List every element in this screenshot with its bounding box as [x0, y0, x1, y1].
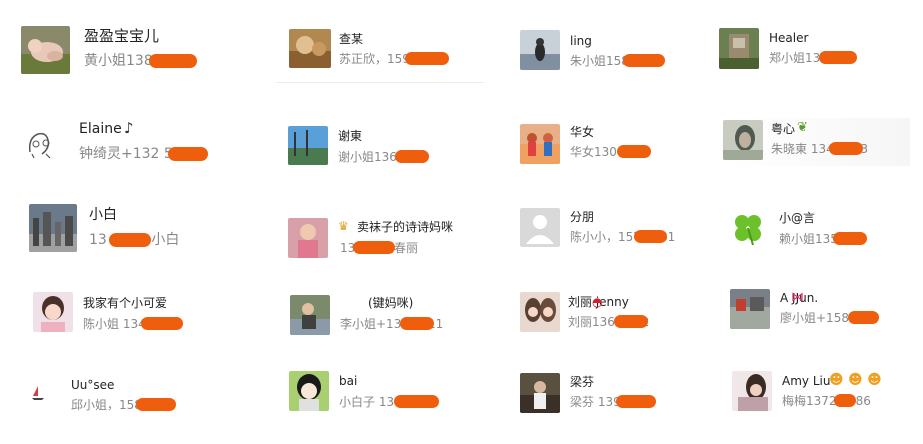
contact-name: 华女 — [570, 125, 595, 139]
redaction-mark — [634, 230, 667, 243]
avatar[interactable] — [723, 120, 763, 160]
redaction-mark — [834, 394, 856, 407]
redaction-mark — [141, 317, 183, 330]
avatar[interactable] — [732, 371, 772, 411]
redaction-mark — [848, 311, 879, 324]
contact-name: 小白 — [89, 207, 117, 223]
contact-name: Healer — [769, 31, 809, 45]
contact-name: ling — [570, 34, 592, 48]
redaction-mark — [149, 54, 197, 68]
contact-name: 盈盈宝宝儿 — [84, 27, 160, 45]
contact-name: 梁芬 — [570, 375, 595, 389]
redaction-mark — [405, 52, 449, 65]
redaction-mark — [394, 395, 439, 408]
redaction-mark — [819, 51, 857, 64]
leaf-emoji-icon: ❦ — [797, 120, 808, 135]
contact-name: 谢東 — [338, 129, 363, 143]
contact-card[interactable] — [0, 0, 923, 1]
avatar[interactable] — [520, 373, 560, 413]
avatar[interactable] — [730, 289, 770, 329]
avatar[interactable] — [21, 26, 70, 74]
contact-name: 小@言 — [779, 211, 816, 225]
contact-name: 分朋 — [570, 210, 595, 224]
sailboat-icon[interactable] — [30, 384, 46, 402]
contact-name: Uu°see — [71, 378, 115, 392]
avatar[interactable] — [289, 371, 329, 411]
avatar[interactable] — [290, 295, 330, 335]
avatar[interactable] — [288, 126, 328, 165]
redaction-mark — [400, 317, 434, 330]
contact-name: (键妈咪) — [368, 296, 414, 310]
redaction-mark — [623, 54, 665, 67]
contact-name: 粤心 — [771, 122, 796, 136]
bow-emoji-icon: ⋈ — [791, 290, 804, 305]
music-note-icon: ♪ — [124, 119, 134, 137]
contact-name: 我家有个小可爱 — [83, 296, 168, 310]
lips-emoji-icon: ◓ — [592, 295, 603, 309]
redaction-mark — [168, 147, 208, 161]
crown-emoji-icon: ♛ — [338, 219, 349, 233]
avatar[interactable] — [520, 124, 560, 164]
redaction-mark — [617, 145, 651, 158]
avatar[interactable] — [520, 292, 560, 332]
contact-name: 卖袜子的诗诗妈咪 — [357, 220, 454, 234]
avatar[interactable] — [289, 29, 331, 68]
contact-info: 梅梅1372 6686 — [782, 394, 871, 408]
redaction-mark — [833, 232, 867, 245]
four-leaf-clover-icon[interactable] — [729, 209, 767, 247]
avatar[interactable] — [719, 28, 759, 69]
redaction-mark — [353, 241, 395, 254]
redaction-mark — [395, 150, 429, 163]
avatar[interactable] — [288, 218, 328, 258]
kiss-emoji-icon: ☻ ☻ ☻ — [829, 372, 882, 388]
avatar[interactable] — [24, 126, 58, 160]
redaction-mark — [614, 315, 648, 328]
contact-name: bai — [339, 374, 358, 388]
avatar[interactable] — [520, 30, 560, 70]
contact-grid: 盈盈宝宝儿 黄小姐138 278 查某 苏正欣，159 66 ling 朱小姐1… — [0, 0, 923, 444]
redaction-mark — [616, 395, 656, 408]
redaction-mark — [109, 233, 151, 247]
contact-info: 钟绮灵+132 58 — [79, 146, 182, 162]
divider — [276, 82, 484, 83]
contact-name: Amy Liu — [782, 374, 831, 388]
avatar[interactable] — [33, 292, 73, 332]
redaction-mark — [136, 398, 176, 411]
redaction-mark — [829, 142, 863, 155]
contact-name: Elaine — [79, 121, 122, 137]
contact-name: 查某 — [339, 32, 364, 46]
avatar[interactable] — [520, 208, 560, 247]
avatar[interactable] — [29, 204, 77, 252]
